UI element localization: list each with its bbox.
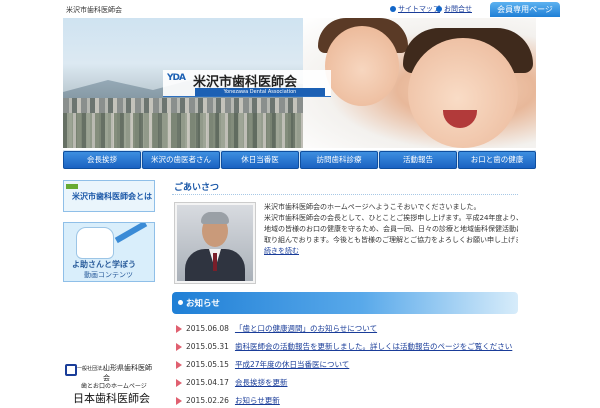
- greeting-line: 米沢市歯科医師会の会長として、ひとことご挨拶申し上げます。平成24年度より、: [264, 214, 518, 222]
- japan-dental-link[interactable]: 歯とお口のホームページ 日本歯科医師会: [63, 380, 155, 405]
- greeting-line: 取り組んでおります。今後とも皆様のご理解とご協力をよろしくお願い申し上げます。: [264, 236, 518, 244]
- news-title[interactable]: 歯科医師会の活動報告を更新しました。詳しくは活動報告のページをご覧ください: [235, 342, 512, 351]
- news-item[interactable]: 2015.04.17 会長挨拶を更新: [176, 376, 518, 390]
- news-title[interactable]: お知らせ更新: [235, 396, 280, 405]
- nav-item-oral-health[interactable]: お口と歯の健康: [458, 151, 536, 169]
- nav-item-holiday-duty[interactable]: 休日当番医: [221, 151, 299, 169]
- sitemap-link[interactable]: サイトマップ: [390, 4, 440, 14]
- arrow-right-icon: [176, 343, 182, 351]
- arrow-right-icon: [176, 325, 182, 333]
- association-logo-icon: [65, 364, 77, 376]
- news-date: 2015.06.08: [186, 324, 229, 333]
- news-section-header: お知らせ: [172, 292, 518, 314]
- main-nav: 会長挨拶 米沢の歯医者さん 休日当番医 訪問歯科診療 活動報告 お口と歯の健康: [63, 150, 536, 169]
- about-association-banner[interactable]: 米沢市歯科医師会とは: [63, 180, 155, 212]
- greeting-line: 地域の皆様のお口の健康を守るため、会員一同、日々の診療と地域歯科保健活動に: [264, 225, 518, 233]
- site-tagline: 米沢市歯科医師会: [66, 6, 122, 14]
- site-logo[interactable]: YDA 米沢市歯科医師会 Yonezawa Dental Association: [163, 70, 331, 97]
- news-heading: お知らせ: [186, 299, 220, 309]
- child-face: [325, 26, 399, 106]
- greeting-heading: ごあいさつ: [174, 183, 220, 193]
- contact-link[interactable]: お問合せ: [436, 4, 472, 14]
- news-item[interactable]: 2015.05.15 平成27年度の休日当番医について: [176, 358, 518, 372]
- news-item[interactable]: 2015.02.26 お知らせ更新: [176, 394, 518, 408]
- nav-item-dentists[interactable]: 米沢の歯医者さん: [142, 151, 220, 169]
- bullet-icon: [178, 300, 183, 305]
- arrow-right-icon: [176, 379, 182, 387]
- yamagata-dental-link[interactable]: 一般社団法人 山形県歯科医師会: [63, 362, 155, 382]
- sitemap-link-label: サイトマップ: [398, 5, 440, 13]
- news-date: 2015.04.17: [186, 378, 229, 387]
- read-more-link[interactable]: 続きを読む: [264, 247, 299, 255]
- news-title[interactable]: 会長挨拶を更新: [235, 378, 288, 387]
- nav-item-home-visit[interactable]: 訪問歯科診療: [300, 151, 378, 169]
- arrow-right-icon: [176, 397, 182, 405]
- bullet-icon: [390, 6, 396, 12]
- japan-dental-name: 日本歯科医師会: [73, 392, 150, 405]
- logo-mark-icon: [66, 184, 78, 189]
- logo-mark: YDA: [167, 73, 186, 83]
- video-banner-subtitle: 動画コンテンツ: [84, 271, 133, 279]
- top-bar: 米沢市歯科医師会 サイトマップ お問合せ 会員専用ページ: [0, 0, 600, 18]
- bullet-icon: [436, 6, 442, 12]
- news-date: 2015.05.31: [186, 342, 229, 351]
- video-content-banner[interactable]: よ助さんと学ぼう 動画コンテンツ: [63, 222, 155, 282]
- japan-dental-small: 歯とお口のホームページ: [81, 383, 147, 390]
- news-title[interactable]: 平成27年度の休日当番医について: [235, 360, 349, 369]
- news-date: 2015.05.15: [186, 360, 229, 369]
- news-item[interactable]: 2015.05.31 歯科医師会の活動報告を更新しました。詳しくは活動報告のページ…: [176, 340, 518, 354]
- hero-banner: YDA 米沢市歯科医師会 Yonezawa Dental Association: [63, 18, 536, 148]
- child-face: [408, 38, 518, 148]
- contact-link-label: お問合せ: [444, 5, 472, 13]
- tooth-character-icon: [76, 227, 114, 259]
- greeting-text: 米沢市歯科医師会のホームページへようこそおいでくださいました。 米沢市歯科医師会…: [264, 202, 518, 257]
- news-title[interactable]: 「歯と口の健康週間」のお知らせについて: [235, 324, 377, 333]
- news-item[interactable]: 2015.06.08 「歯と口の健康週間」のお知らせについて: [176, 322, 518, 336]
- president-photo: [174, 202, 256, 284]
- news-date: 2015.02.26: [186, 396, 229, 405]
- toothbrush-icon: [114, 223, 148, 244]
- greeting-section-header: ごあいさつ: [172, 176, 518, 195]
- nav-item-activity-report[interactable]: 活動報告: [379, 151, 457, 169]
- about-association-label: 米沢市歯科医師会とは: [72, 192, 152, 201]
- member-page-button[interactable]: 会員専用ページ: [490, 2, 560, 17]
- nav-item-greeting[interactable]: 会長挨拶: [63, 151, 141, 169]
- logo-english-name: Yonezawa Dental Association: [195, 88, 325, 96]
- arrow-right-icon: [176, 361, 182, 369]
- greeting-line: 米沢市歯科医師会のホームページへようこそおいでくださいました。: [264, 203, 481, 211]
- video-banner-title: よ助さんと学ぼう: [72, 260, 136, 269]
